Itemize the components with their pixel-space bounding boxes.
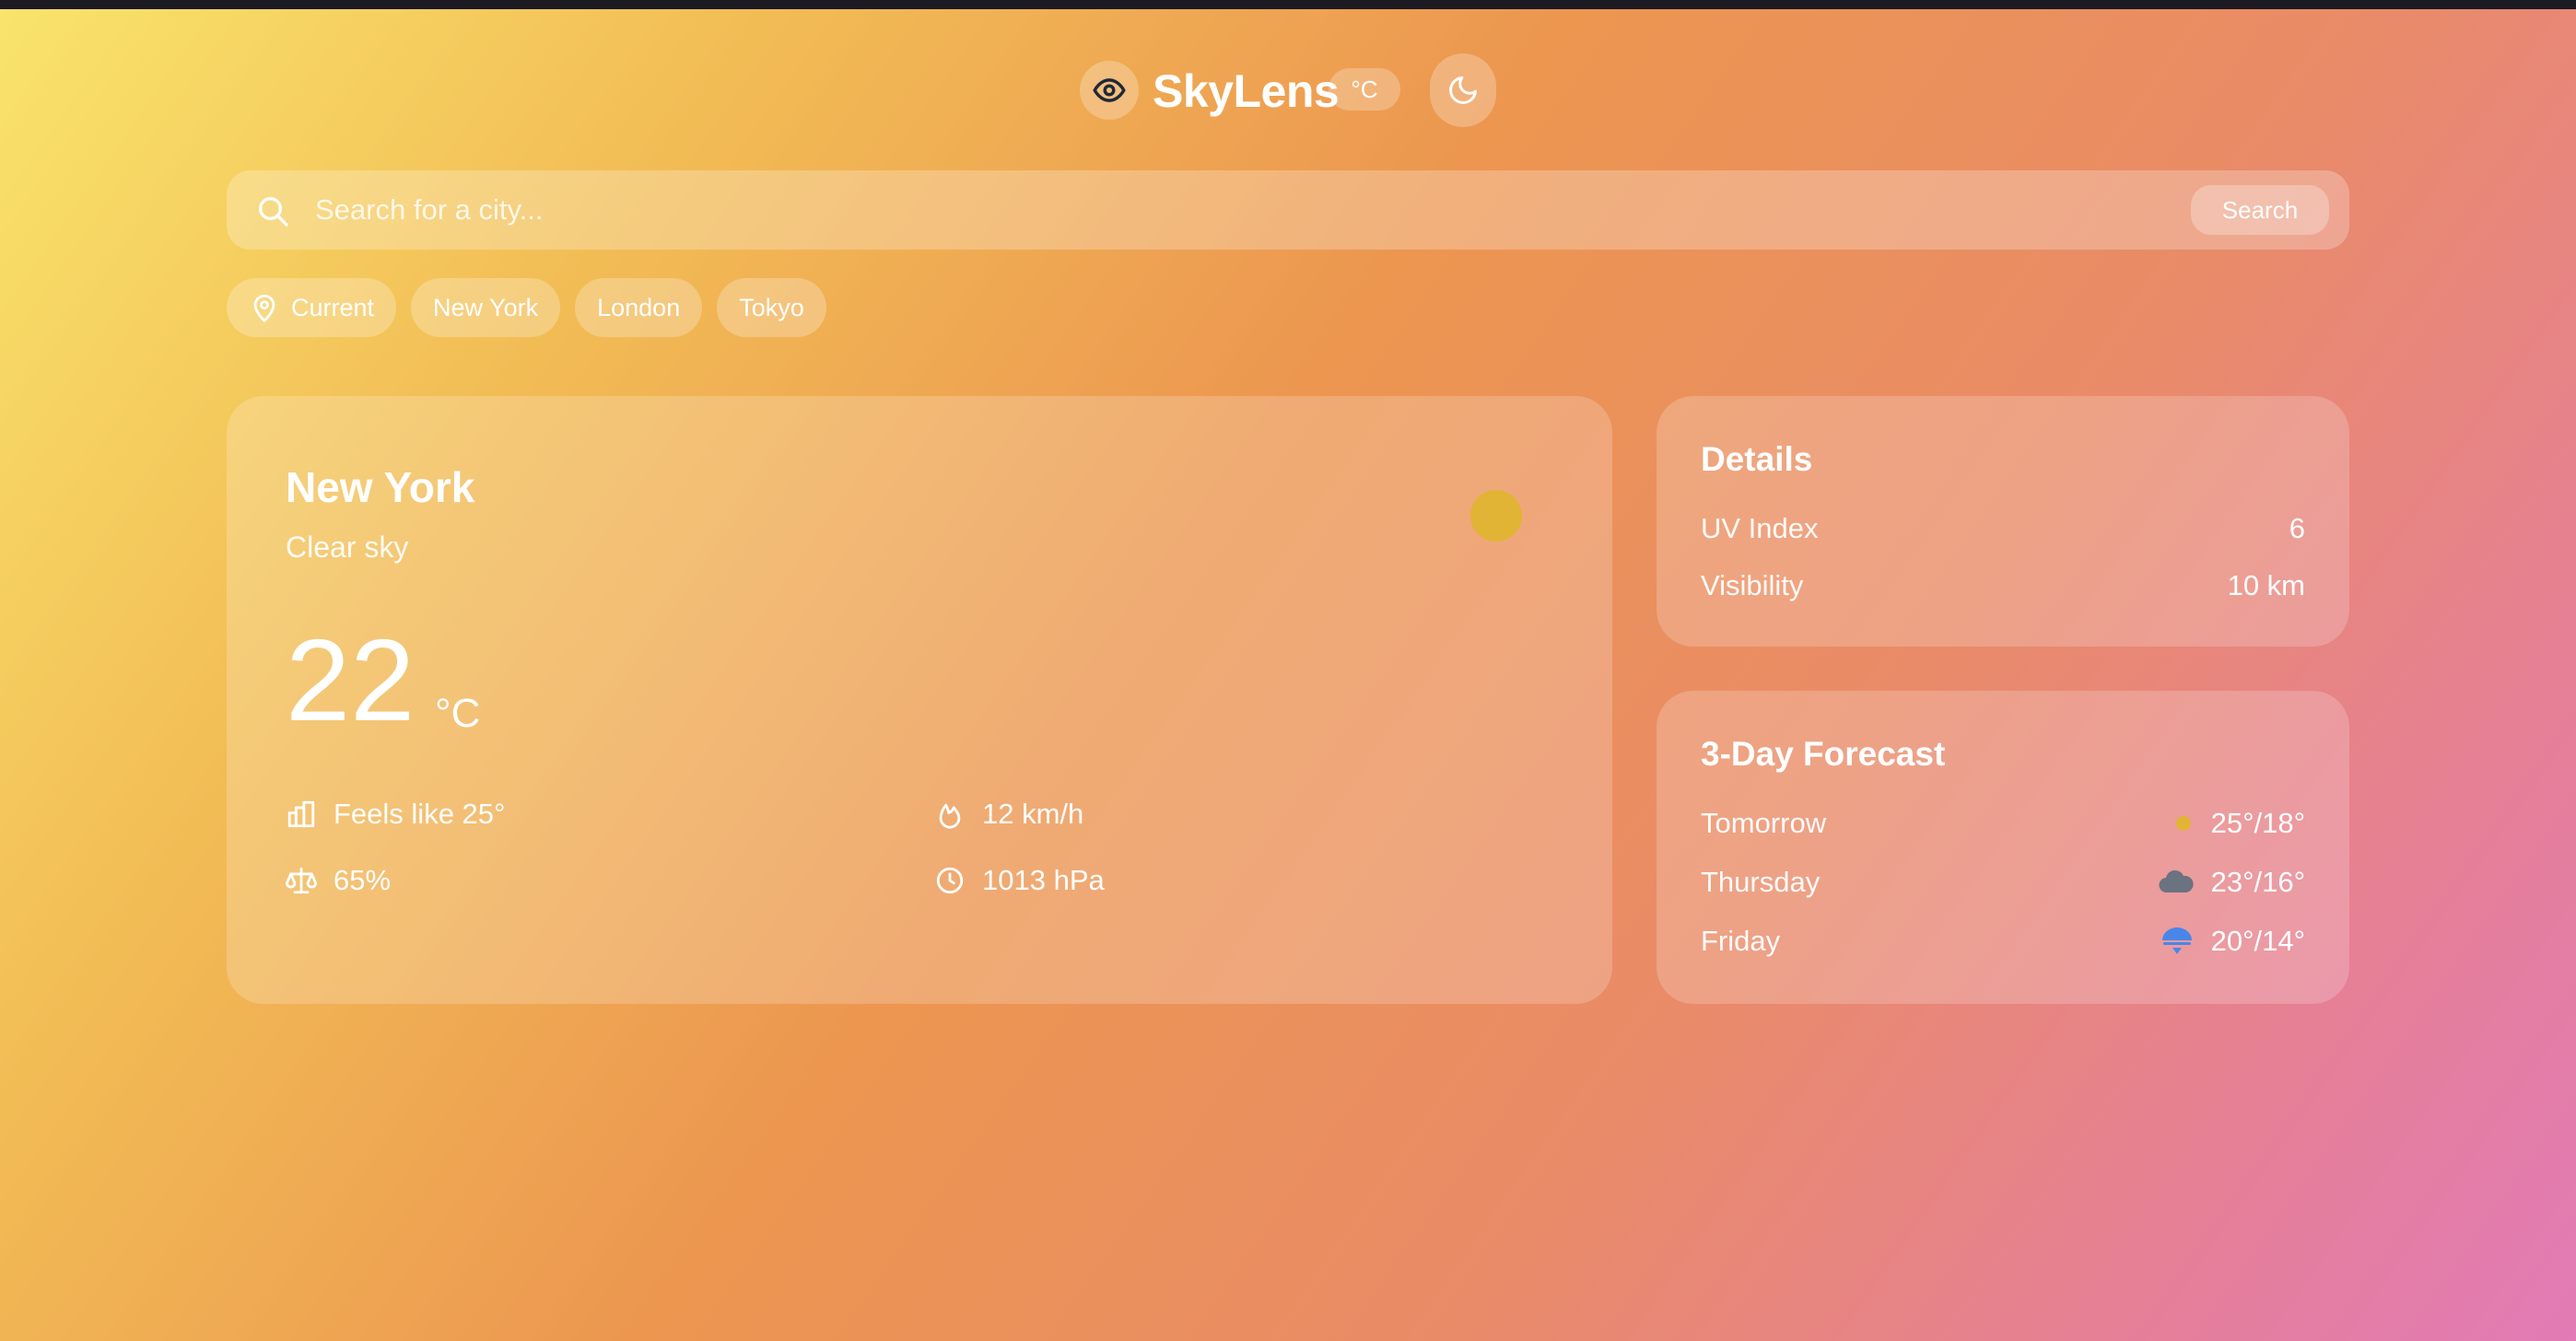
temperature-value: 22 [286,615,416,745]
search-icon [259,197,288,227]
details-title: Details [1701,440,1813,478]
rain-icon [2161,927,2192,954]
details-card: Details UV Index 6 Visibility 10 km [1657,396,2349,647]
humidity-stat: 65% [286,864,391,897]
search-input[interactable] [315,187,2176,233]
app-title: SkyLens [1153,65,1340,117]
chip-new-york[interactable]: New York [411,278,561,337]
forecast-row: Friday 20°/14° [1701,921,2305,962]
chip-tokyo[interactable]: Tokyo [717,278,826,337]
chip-label: Current [291,293,375,321]
wind-stat: 12 km/h [934,798,1083,831]
forecast-day: Friday [1701,925,1781,957]
wind-text: 12 km/h [982,798,1084,830]
cloud-icon [2159,869,2194,893]
pressure-text: 1013 hPa [982,864,1105,896]
chip-london[interactable]: London [575,278,703,337]
chip-current-location[interactable]: Current [227,278,397,337]
search-button[interactable]: Search [2191,185,2329,235]
app-header: SkyLens °C [0,52,2576,129]
detail-value: 10 km [2227,569,2305,601]
feels-like-text: Feels like 25° [334,798,506,830]
sun-icon [2175,816,2191,831]
quick-city-chips: Current New York London Tokyo [227,278,826,337]
clock-icon [936,867,964,894]
detail-value: 6 [2289,512,2305,544]
sun-icon [1470,490,1522,542]
moon-icon [1449,76,1477,104]
forecast-temps: 25°/18° [2210,807,2305,839]
detail-row-uv-index: UV Index 6 [1701,508,2305,549]
current-weather-card: New York Clear sky 22 °C Feels like 25° … [227,396,1612,1004]
humidity-text: 65% [334,864,392,896]
city-name: New York [286,463,475,511]
theme-toggle-button[interactable] [1430,53,1496,127]
flame-icon [939,803,961,829]
forecast-row: Thursday 23°/16° [1701,862,2305,903]
detail-row-visibility: Visibility 10 km [1701,566,2305,606]
weather-condition: Clear sky [286,531,409,564]
search-bar: Search [227,170,2349,250]
building-icon [287,800,315,828]
forecast-row: Tomorrow 25°/18° [1701,803,2305,844]
detail-label: UV Index [1701,512,1819,544]
pressure-stat: 1013 hPa [934,864,1105,897]
forecast-card: 3-Day Forecast Tomorrow 25°/18° Thursday… [1657,691,2349,1004]
forecast-temps: 20°/14° [2210,925,2305,957]
detail-label: Visibility [1701,569,1804,601]
forecast-day: Thursday [1701,866,1821,898]
forecast-temps: 23°/16° [2210,866,2305,898]
forecast-day: Tomorrow [1701,807,1827,839]
location-pin-icon [253,294,275,322]
temperature-unit: °C [435,691,481,736]
unit-toggle-button[interactable]: °C [1329,68,1400,111]
window-top-bar [0,0,2576,9]
eye-icon [1080,61,1139,120]
scale-icon [286,867,317,894]
feels-like-stat: Feels like 25° [286,798,505,831]
forecast-title: 3-Day Forecast [1701,735,1946,773]
